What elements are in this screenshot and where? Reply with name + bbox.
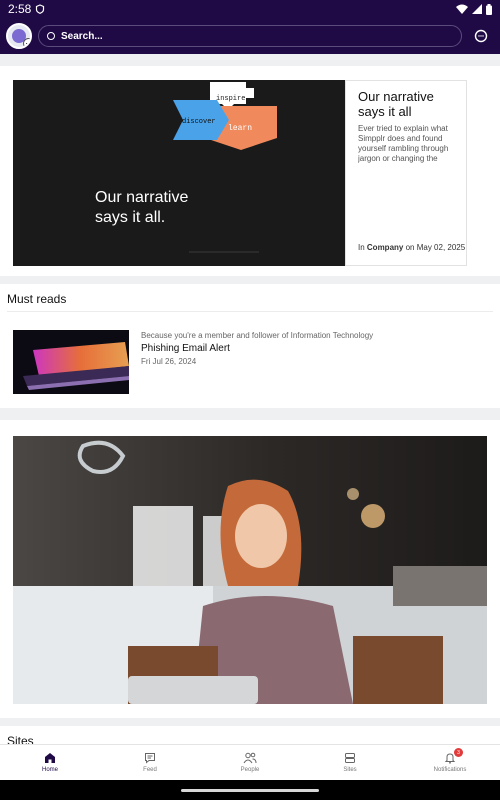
feed-icon: [145, 753, 155, 764]
cafe-photo[interactable]: [13, 436, 487, 704]
meta-date: on May 02, 2025: [405, 243, 466, 252]
nav-notifications[interactable]: Notifications 3: [400, 745, 500, 780]
nav-people[interactable]: People: [200, 745, 300, 780]
list-item-thumbnail[interactable]: [13, 330, 129, 394]
photo-card[interactable]: [0, 420, 500, 718]
featured-title[interactable]: Our narrative says it all: [358, 89, 454, 119]
sites-card: Sites: [0, 726, 500, 744]
must-reads-card: Must reads Because you're a member and f…: [0, 284, 500, 408]
bottom-navigation: Home Feed People Sites Notifications 3: [0, 744, 500, 780]
narrative-graphic: inspire discover learn: [173, 82, 277, 253]
featured-card[interactable]: inspire discover learn Our narrative say…: [0, 66, 500, 276]
search-input[interactable]: Search...: [38, 25, 462, 47]
people-icon: [243, 752, 257, 764]
sites-title: Sites: [7, 734, 34, 744]
woman-laptop-image: [13, 436, 487, 704]
status-bar: 2:58: [0, 0, 500, 18]
list-item-date: Fri Jul 26, 2024: [141, 357, 197, 366]
laptop-image: [13, 330, 129, 394]
graphic-word-learn: learn: [228, 124, 252, 133]
shield-status-icon: [36, 4, 45, 14]
featured-image[interactable]: inspire discover learn Our narrative say…: [13, 80, 345, 266]
nav-notifications-label: Notifications: [433, 767, 467, 773]
meta-prefix: In: [358, 243, 365, 252]
nav-home-label: Home: [41, 767, 58, 773]
graphic-word-discover: discover: [182, 118, 216, 126]
meta-site-link[interactable]: Company: [367, 243, 403, 252]
list-item-reason: Because you're a member and follower of …: [141, 331, 374, 340]
chat-icon: [474, 29, 488, 43]
wifi-icon: [456, 4, 468, 14]
home-icon: [45, 753, 55, 763]
home-gesture-handle[interactable]: [181, 789, 319, 792]
search-placeholder: Search...: [61, 30, 103, 42]
must-reads-title: Must reads: [7, 292, 67, 306]
list-item-title[interactable]: Phishing Email Alert: [141, 343, 230, 354]
search-icon: [47, 32, 55, 40]
home-feed[interactable]: inspire discover learn Our narrative say…: [0, 54, 500, 744]
section-divider: [7, 311, 493, 312]
nav-feed-label: Feed: [143, 767, 157, 773]
menu-badge-icon: [23, 38, 30, 47]
nav-feed[interactable]: Feed: [100, 745, 200, 780]
chat-button[interactable]: [468, 23, 494, 49]
nav-home[interactable]: Home: [0, 745, 100, 780]
system-navigation-bar: [0, 780, 500, 800]
featured-info[interactable]: Our narrative says it all Ever tried to …: [345, 80, 467, 266]
featured-image-text: Our narrative says it all.: [95, 189, 189, 226]
battery-icon: [486, 3, 492, 15]
nav-sites[interactable]: Sites: [300, 745, 400, 780]
user-avatar[interactable]: [6, 23, 32, 49]
app-header: Search...: [0, 18, 500, 54]
featured-meta: In Company on May 02, 2025: [358, 243, 465, 253]
nav-people-label: People: [240, 767, 260, 773]
notification-count-badge: 3: [454, 748, 463, 757]
sites-icon: [345, 753, 355, 763]
graphic-word-inspire: inspire: [216, 95, 245, 103]
nav-sites-label: Sites: [343, 767, 357, 773]
featured-description: Ever tried to explain what Simpplr does …: [358, 124, 449, 163]
signal-icon: [472, 4, 482, 14]
status-time: 2:58: [8, 2, 32, 16]
